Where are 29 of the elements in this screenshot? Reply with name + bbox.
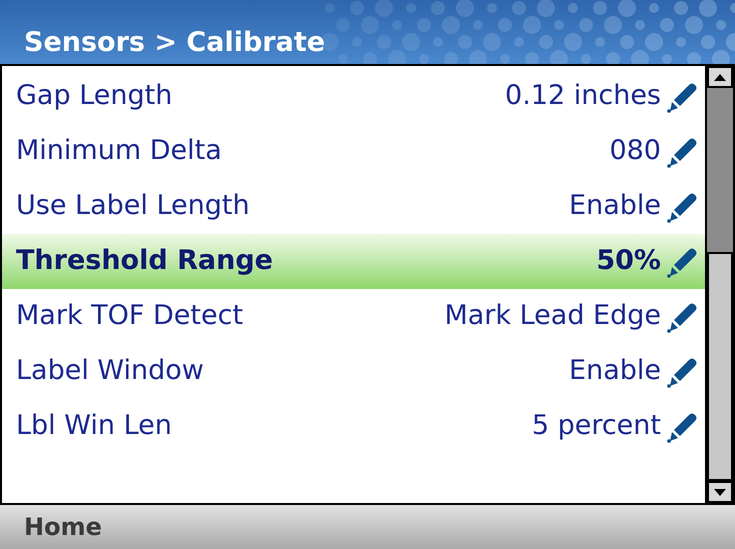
setting-label: Minimum Delta xyxy=(16,134,222,168)
setting-row[interactable]: Gap Length 0.12 inches xyxy=(2,69,705,124)
setting-value: 5 percent xyxy=(532,409,661,444)
setting-row[interactable]: Use Label Length Enable xyxy=(2,179,705,234)
setting-label: Lbl Win Len xyxy=(16,409,172,444)
setting-row[interactable]: Minimum Delta 080 xyxy=(2,124,705,179)
setting-label: Use Label Length xyxy=(16,189,250,224)
home-button[interactable]: Home xyxy=(24,509,102,545)
setting-row[interactable]: Lbl Win Len 5 percent xyxy=(2,399,705,454)
setting-row[interactable]: Label Window Enable xyxy=(2,344,705,399)
setting-value: Enable xyxy=(569,189,661,224)
setting-label: Label Window xyxy=(16,354,204,388)
setting-value: Enable xyxy=(569,354,661,388)
scroll-thumb[interactable] xyxy=(707,252,733,481)
scroll-up-button[interactable] xyxy=(707,66,733,88)
up-arrow-icon xyxy=(714,74,726,80)
setting-value: 50% xyxy=(596,244,661,278)
setting-value: 080 xyxy=(609,134,661,168)
screen-title: Sensors > Calibrate xyxy=(24,29,326,56)
setting-label: Gap Length xyxy=(16,79,172,114)
setting-label: Mark TOF Detect xyxy=(16,299,244,334)
scroll-down-button[interactable] xyxy=(707,481,733,503)
setting-label: Threshold Range xyxy=(16,244,273,278)
down-arrow-icon xyxy=(714,488,726,496)
setting-row[interactable]: Threshold Range 50% xyxy=(2,234,705,289)
scrollbar[interactable] xyxy=(705,66,733,503)
setting-value: Mark Lead Edge xyxy=(444,299,661,334)
setting-row[interactable]: Mark TOF Detect Mark Lead Edge xyxy=(2,289,705,344)
setting-value: 0.12 inches xyxy=(505,79,661,114)
